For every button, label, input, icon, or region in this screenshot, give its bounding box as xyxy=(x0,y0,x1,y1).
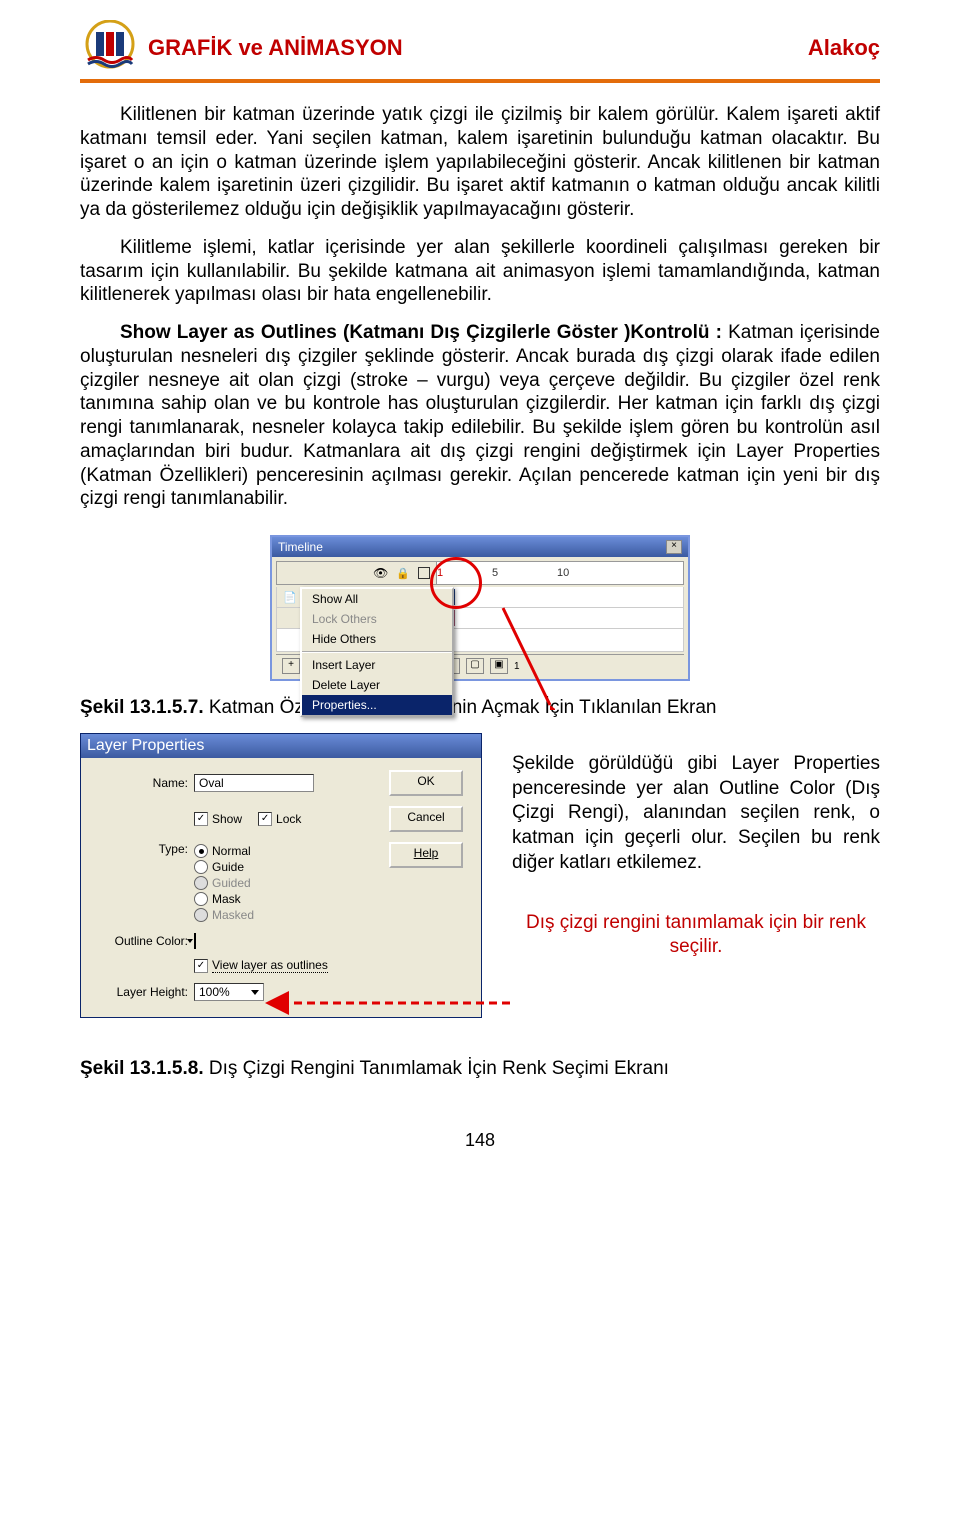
figure-caption-2: Şekil 13.1.5.8. Dış Çizgi Rengini Tanıml… xyxy=(80,1058,880,1080)
outline-color-label: Outline Color: xyxy=(93,934,188,948)
lock-label: Lock xyxy=(276,812,301,826)
menu-show-all[interactable]: Show All xyxy=(302,589,452,609)
timeline-titlebar: Timeline × xyxy=(272,537,688,557)
timeline-screenshot: Timeline × 👁 🔒 1 5 10 xyxy=(270,535,690,681)
menu-delete-layer[interactable]: Delete Layer xyxy=(302,675,452,695)
frame-tick-10: 10 xyxy=(557,567,569,579)
layer-properties-titlebar: Layer Properties xyxy=(81,734,481,758)
radio-normal[interactable] xyxy=(194,844,208,858)
radio-masked[interactable] xyxy=(194,908,208,922)
timeline-title: Timeline xyxy=(278,540,323,554)
frame-marker-1: 1 xyxy=(437,567,443,579)
page-header: GRAFİK ve ANİMASYON Alakoç xyxy=(80,20,880,75)
current-frame: 1 xyxy=(514,661,520,672)
type-label: Type: xyxy=(93,842,188,856)
paragraph-3: Show Layer as Outlines (Katmanı Dış Çizg… xyxy=(80,321,880,511)
paragraph-2: Kilitleme işlemi, katlar içerisinde yer … xyxy=(80,236,880,307)
view-outlines-label: View layer as outlines xyxy=(212,958,328,973)
add-layer-icon[interactable]: + xyxy=(282,658,300,674)
page-number: 148 xyxy=(80,1130,880,1151)
menu-properties[interactable]: Properties... xyxy=(302,695,452,715)
university-logo-icon xyxy=(80,20,140,75)
close-icon[interactable]: × xyxy=(666,540,682,554)
cancel-button[interactable]: Cancel xyxy=(389,806,463,832)
header-divider xyxy=(80,79,880,83)
lock-checkbox[interactable]: ✓ xyxy=(258,812,272,826)
frame-tick-5: 5 xyxy=(492,567,498,579)
eye-icon[interactable]: 👁 xyxy=(373,566,388,580)
figure-caption-1: Şekil 13.1.5.7. Katman Özellikleri Pence… xyxy=(80,697,880,719)
radio-guide[interactable] xyxy=(194,860,208,874)
dialog-title: Layer Properties xyxy=(87,737,204,755)
menu-lock-others[interactable]: Lock Others xyxy=(302,609,452,629)
timeline-ruler: 👁 🔒 1 5 10 xyxy=(276,561,684,585)
layer-height-select[interactable]: 100% xyxy=(194,983,264,1001)
onion-outline-icon[interactable]: ▢ xyxy=(466,658,484,674)
outline-toggle-icon[interactable] xyxy=(418,567,430,579)
show-label: Show xyxy=(212,812,242,826)
view-outlines-checkbox[interactable]: ✓ xyxy=(194,959,208,973)
show-checkbox[interactable]: ✓ xyxy=(194,812,208,826)
radio-guided[interactable] xyxy=(194,876,208,890)
layer-icon: 📄 xyxy=(283,591,297,604)
layer-properties-dialog: Layer Properties Name: OK ✓ Show ✓ Lock Ca… xyxy=(80,733,482,1018)
layer-context-menu: Show All Lock Others Hide Others Insert … xyxy=(300,587,454,717)
header-author: Alakoç xyxy=(808,35,880,61)
edit-multi-icon[interactable]: ▣ xyxy=(490,658,508,674)
layer-height-label: Layer Height: xyxy=(93,985,188,999)
radio-mask[interactable] xyxy=(194,892,208,906)
menu-insert-layer[interactable]: Insert Layer xyxy=(302,655,452,675)
name-input[interactable] xyxy=(194,774,314,792)
lock-icon[interactable]: 🔒 xyxy=(396,567,410,580)
side-paragraph: Şekilde görüldüğü gibi Layer Properties … xyxy=(512,752,880,875)
menu-hide-others[interactable]: Hide Others xyxy=(302,629,452,649)
outline-color-swatch[interactable] xyxy=(194,933,196,949)
help-button[interactable]: Help xyxy=(389,842,463,868)
name-label: Name: xyxy=(93,776,188,790)
paragraph-1: Kilitlenen bir katman üzerinde yatık çiz… xyxy=(80,103,880,222)
header-title: GRAFİK ve ANİMASYON xyxy=(148,35,403,61)
ok-button[interactable]: OK xyxy=(389,770,463,796)
annotation-text: Dış çizgi rengini tanımlamak için bir re… xyxy=(512,911,880,959)
